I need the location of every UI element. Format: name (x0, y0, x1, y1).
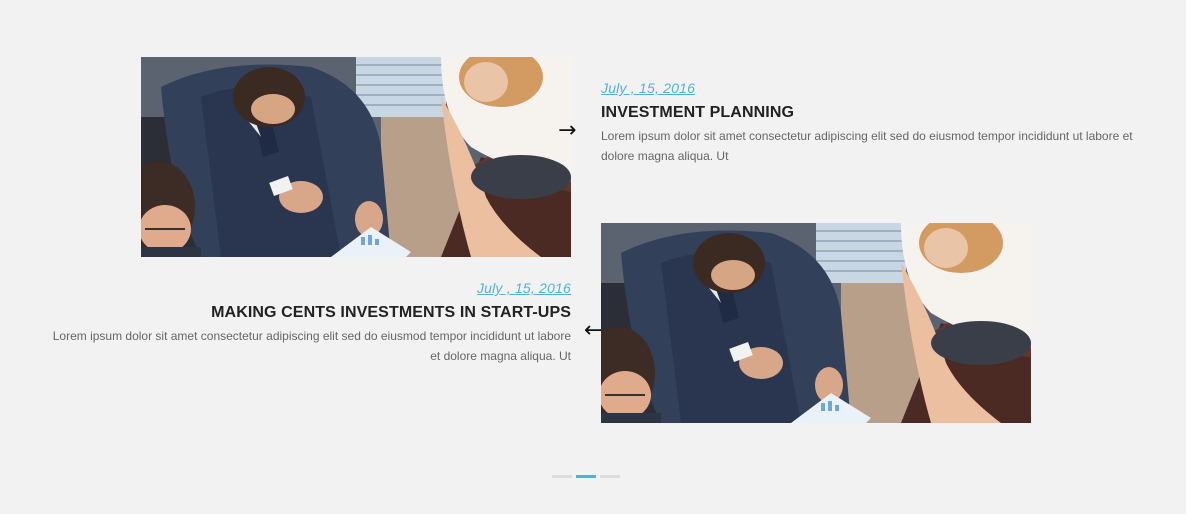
post-1-text: July , 15, 2016 INVESTMENT PLANNING Lore… (601, 80, 1141, 166)
pagination-dot-1[interactable] (552, 475, 572, 478)
post-1-excerpt: Lorem ipsum dolor sit amet consectetur a… (601, 129, 1133, 163)
business-meeting-photo-icon (141, 57, 571, 257)
post-2-date[interactable]: July , 15, 2016 (40, 280, 571, 296)
business-meeting-photo-icon (601, 223, 1031, 423)
carousel-pagination (552, 475, 620, 478)
post-2-title[interactable]: MAKING CENTS INVESTMENTS IN START-UPS (40, 304, 571, 322)
post-1-date[interactable]: July , 15, 2016 (601, 80, 1141, 96)
pagination-dot-3[interactable] (600, 475, 620, 478)
post-2-excerpt: Lorem ipsum dolor sit amet consectetur a… (52, 329, 571, 363)
pagination-dot-2[interactable] (576, 475, 596, 478)
post-1-image[interactable] (141, 57, 571, 257)
post-1-title[interactable]: INVESTMENT PLANNING (601, 104, 1141, 122)
arrow-right-icon: → (558, 118, 577, 143)
arrow-left-icon: ← (584, 318, 603, 343)
post-2-image[interactable] (601, 223, 1031, 423)
post-2-text: July , 15, 2016 MAKING CENTS INVESTMENTS… (40, 280, 571, 366)
